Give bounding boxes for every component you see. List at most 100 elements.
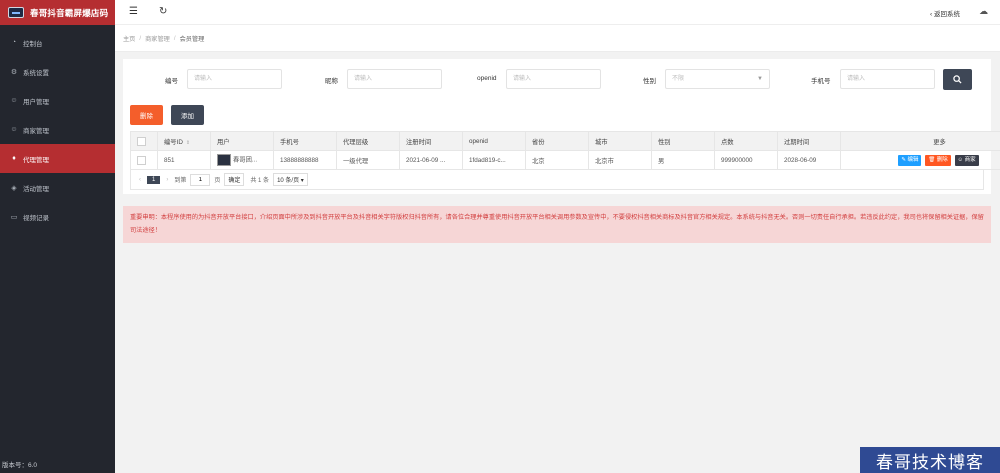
merchant-button[interactable]: ☺ 商家 [954, 154, 979, 166]
col-more: 更多 [840, 131, 1000, 151]
trash-icon: 🗑 [928, 156, 936, 163]
breadcrumb-current: 会员管理 [179, 35, 205, 43]
refresh-icon[interactable]: ↻ [159, 6, 167, 17]
delete-button[interactable]: 删除 [130, 105, 163, 125]
user-name: 春哥团... [233, 156, 258, 164]
brand-logo [8, 7, 24, 18]
sidebar-item-activities[interactable]: ◈ 活动管理 [0, 173, 115, 202]
tag-icon: ◈ [11, 184, 17, 192]
col-phone: 手机号 [273, 131, 337, 151]
breadcrumb: 主页 / 商家管理 / 会员管理 [115, 25, 1000, 52]
cell-expires: 2028-06-09 [777, 150, 841, 170]
video-icon: ▭ [10, 213, 18, 221]
breadcrumb-separator: / [173, 34, 176, 42]
search-icon [953, 75, 962, 84]
cell-city: 北京市 [588, 150, 652, 170]
col-registered: 注册时间 [399, 131, 463, 151]
gear-icon: ⚙ [10, 68, 18, 76]
page-input[interactable] [190, 173, 211, 186]
table-header-row: 编号ID ⇕ 用户 手机号 代理层级 注册时间 openid 省份 城市 性别 点… [130, 131, 1000, 151]
phone-input[interactable] [840, 69, 935, 89]
nickname-label: 昵称 [325, 78, 338, 85]
smile-icon: ☺ [957, 156, 964, 163]
goto-label: 到第 [174, 178, 187, 184]
breadcrumb-home[interactable]: 主页 [123, 34, 135, 43]
id-input[interactable] [187, 69, 282, 89]
row-delete-button[interactable]: 🗑 删除 [925, 154, 951, 166]
row-checkbox[interactable] [137, 155, 146, 165]
pagination: ‹ 1 › 到第 页 确定 共 1 条 10 条/页 ▾ [130, 170, 984, 190]
breadcrumb-separator: / [139, 34, 142, 42]
brand[interactable]: 春哥抖音霸屏爆店码 [0, 0, 115, 25]
members-table: 编号ID ⇕ 用户 手机号 代理层级 注册时间 openid 省份 城市 性别 点… [130, 131, 1000, 170]
gender-select-value: 不限 [672, 76, 685, 82]
col-id[interactable]: 编号ID ⇕ [157, 131, 211, 151]
main-panel: 编号 昵称 openid 性别 不限 ▼ 手机号 删除 添加 [123, 59, 1000, 194]
theme-icon[interactable]: ☁ [979, 6, 988, 17]
nickname-input[interactable] [347, 69, 442, 89]
cell-registered: 2021-06-09 ... [399, 150, 463, 170]
openid-label: openid [477, 75, 497, 82]
sidebar-item-label: 用户管理 [23, 98, 49, 106]
sidebar-item-dashboard[interactable]: ◔ 控制台 [0, 28, 115, 57]
page-size-select[interactable]: 10 条/页 ▾ [273, 173, 308, 186]
cell-level: 一级代理 [336, 150, 400, 170]
avatar [217, 154, 231, 166]
cell-actions: ✎ 编辑 🗑 删除 ☺ 商家 [840, 150, 1000, 170]
version-text: 版本号：6.0 [2, 462, 38, 469]
col-expires: 过期时间 [777, 131, 841, 151]
col-province: 省份 [525, 131, 589, 151]
next-page-icon[interactable]: › [166, 177, 168, 183]
sidebar-item-video-records[interactable]: ▭ 视频记录 [0, 202, 115, 231]
back-to-system-link[interactable]: ‹ 返回系统 [930, 8, 960, 18]
total-count: 共 1 条 [250, 178, 270, 184]
gender-label: 性别 [643, 78, 656, 85]
prev-page-icon[interactable]: ‹ [139, 177, 141, 183]
cell-openid: 1fdad819-c... [462, 150, 526, 170]
current-page[interactable]: 1 [147, 175, 161, 184]
col-city: 城市 [588, 131, 652, 151]
sort-icon[interactable]: ⇕ [186, 140, 190, 146]
sidebar-item-label: 视频记录 [23, 214, 49, 222]
cell-phone: 13888888888 [273, 150, 337, 170]
disclaimer-notice: 重要申明：本程序使用的为抖音开放平台接口，介绍页面中所涉及到抖音开放平台及抖音相… [123, 206, 991, 243]
sidebar: 春哥抖音霸屏爆店码 ◔ 控制台 ⚙ 系统设置 ☺ 用户管理 ☺ 商家管理 ♦ 代… [0, 0, 115, 473]
search-form: 编号 昵称 openid 性别 不限 ▼ 手机号 [123, 69, 991, 90]
sidebar-item-label: 系统设置 [23, 69, 49, 77]
breadcrumb-section[interactable]: 商家管理 [145, 34, 170, 43]
cell-points: 999900000 [714, 150, 778, 170]
gender-select[interactable]: 不限 ▼ [665, 69, 770, 89]
sidebar-item-users[interactable]: ☺ 用户管理 [0, 86, 115, 115]
edit-button[interactable]: ✎ 编辑 [898, 154, 922, 166]
page-confirm-button[interactable]: 确定 [224, 173, 245, 186]
search-button[interactable] [943, 69, 972, 90]
phone-label: 手机号 [811, 78, 831, 85]
smile-icon: ☺ [10, 126, 18, 133]
openid-input[interactable] [506, 69, 601, 89]
edit-icon: ✎ [901, 156, 906, 163]
cell-user: 春哥团... [210, 150, 274, 170]
user-icon: ☺ [10, 97, 18, 104]
menu-toggle-icon[interactable]: ☰ [129, 6, 138, 17]
col-points: 点数 [714, 131, 778, 151]
add-button[interactable]: 添加 [171, 105, 204, 125]
row-select-cell[interactable] [130, 150, 158, 170]
brand-name: 春哥抖音霸屏爆店码 [30, 8, 109, 19]
top-header: ☰ ↻ ‹ 返回系统 ☁ [115, 0, 1000, 25]
dashboard-icon: ◔ [11, 39, 17, 46]
col-user: 用户 [210, 131, 274, 151]
sidebar-item-label: 代理管理 [23, 156, 49, 164]
col-gender: 性别 [651, 131, 715, 151]
page-unit: 页 [214, 178, 221, 184]
cell-gender: 男 [651, 150, 715, 170]
diamond-icon: ♦ [12, 155, 16, 162]
back-label: 返回系统 [934, 11, 960, 18]
select-all-checkbox[interactable] [137, 136, 146, 146]
sidebar-item-agents[interactable]: ♦ 代理管理 [0, 144, 115, 173]
select-all-cell[interactable] [130, 131, 158, 151]
table-row: 851 春哥团... 13888888888 一级代理 2021-06-09 .… [130, 150, 1000, 170]
col-level: 代理层级 [336, 131, 400, 151]
sidebar-item-system-settings[interactable]: ⚙ 系统设置 [0, 57, 115, 86]
sidebar-item-label: 活动管理 [23, 185, 49, 193]
sidebar-item-merchants[interactable]: ☺ 商家管理 [0, 115, 115, 144]
